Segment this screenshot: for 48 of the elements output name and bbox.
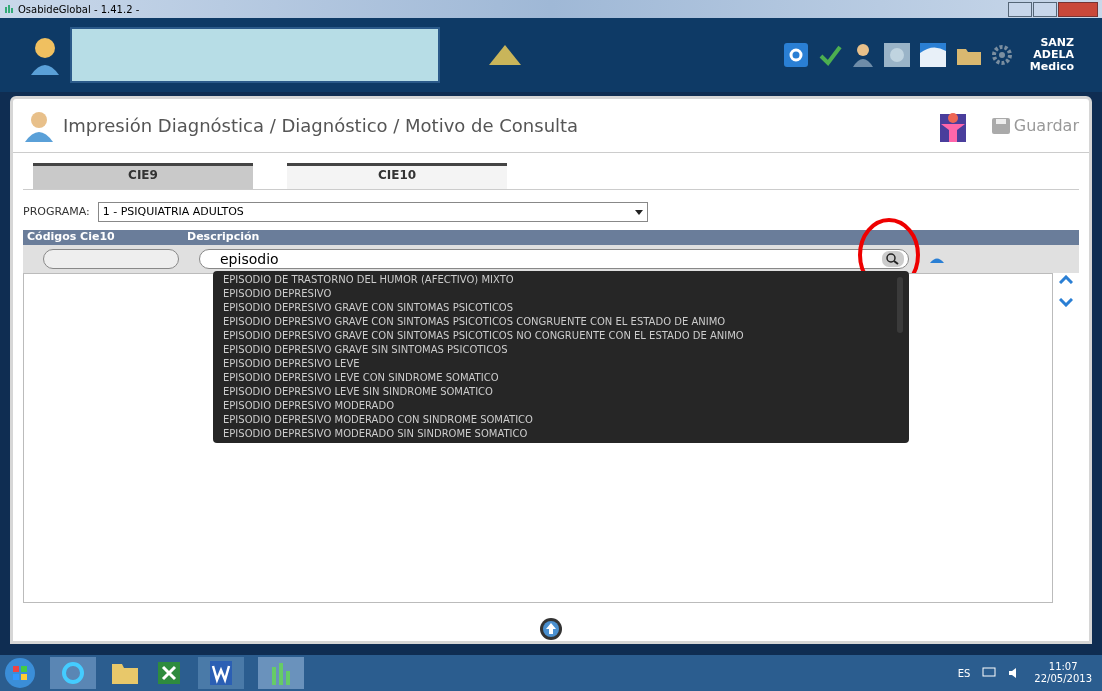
start-button[interactable] <box>4 657 36 689</box>
search-icon[interactable] <box>882 251 904 267</box>
document-icon[interactable] <box>198 657 244 689</box>
suggestion-item[interactable]: EPISODIO DEPRESIVO <box>223 287 889 301</box>
app-icon <box>4 4 14 14</box>
user-avatar-icon <box>28 35 62 75</box>
suggestion-item[interactable]: EPISODIO DEPRESIVO LEVE SIN SINDROME SOMATICO <box>223 385 889 399</box>
close-button[interactable] <box>1058 1 1098 17</box>
suggestion-item[interactable]: EPISODIO DEPRESIVO MODERADO SIN SINDROME SOMATICO <box>223 427 889 441</box>
user-info-text: ADELA <box>1033 49 1074 61</box>
scroll-up-icon[interactable] <box>1059 275 1073 284</box>
column-header: Descripción <box>187 229 260 246</box>
suggestion-item[interactable]: EPISODIO DEPRESIVO GRAVE CON SINTOMAS PSICOTICOS CONGRUENTE CON EL ESTADO DE ANIMO <box>223 315 889 329</box>
collapse-triangle-icon[interactable] <box>488 44 522 66</box>
scroll-down-icon[interactable] <box>1059 298 1073 307</box>
settings-icon[interactable] <box>991 45 1012 65</box>
tab[interactable]: CIE10 <box>287 163 507 189</box>
scroll-top-icon[interactable] <box>539 617 563 641</box>
clock-date[interactable]: 22/05/2013 <box>1034 673 1092 685</box>
suggestion-item[interactable]: EPISODIO DEPRESIVO GRAVE CON SINTOMAS PSICOTICOS <box>223 301 889 315</box>
network-icon[interactable] <box>982 667 997 679</box>
column-header: Códigos Cie10 <box>27 229 116 246</box>
maximize-button[interactable] <box>1033 1 1057 17</box>
doctor-icon <box>23 109 55 142</box>
suggestion-item[interactable]: EPISODIO DEPRESIVO MODERADO <box>223 399 889 413</box>
clock-time[interactable]: 11:07 <box>1048 661 1078 673</box>
language-indicator[interactable]: ES <box>957 665 971 681</box>
caret-icon <box>634 209 643 215</box>
tab[interactable]: CIE9 <box>33 163 253 189</box>
programa-label: PROGRAMA: <box>23 203 90 220</box>
window-title: OsabideGlobal - 1.41.2 - <box>18 2 140 17</box>
panel-title: Impresión Diagnóstica / Diagnóstico / Motivo de Consulta <box>63 114 579 138</box>
checkmark-icon[interactable] <box>817 43 842 67</box>
suggestion-item[interactable]: EPISODIO DEPRESIVO MODERADO CON SINDROME SOMATICO <box>223 413 889 427</box>
suggestion-item[interactable]: EPISODIO DEPRESIVO LEVE <box>223 357 889 371</box>
user-info-text: SANZ <box>1040 37 1074 49</box>
person-icon[interactable] <box>851 43 874 67</box>
suggestion-item[interactable]: EPISODIO DEPRESIVO LEVE CON SINDROME SOMATICO <box>223 371 889 385</box>
user-info-text: Medico <box>1029 61 1074 73</box>
suggestion-item[interactable]: EPISODIO DE TRASTORNO DEL HUMOR (AFECTIVO) MIXTO <box>223 273 889 287</box>
card-icon[interactable] <box>919 43 946 67</box>
suggestion-item[interactable]: EPISODIO DEPRESIVO GRAVE CON SINTOMAS PSICOTICOS NO CONGRUENTE CON EL ESTADO DE ANIMO <box>223 329 889 343</box>
programa-dropdown[interactable]: 1 - PSIQUIATRIA ADULTOS <box>97 202 648 222</box>
floppy-icon <box>991 117 1010 134</box>
minimize-button[interactable] <box>1008 1 1032 17</box>
description-filter-field[interactable]: episodio <box>199 249 909 269</box>
suggestion-item[interactable]: EPISODIO DEPRESIVO GRAVE SIN SINTOMAS PSICOTICOS <box>223 343 889 357</box>
code-filter-field[interactable] <box>43 249 179 269</box>
